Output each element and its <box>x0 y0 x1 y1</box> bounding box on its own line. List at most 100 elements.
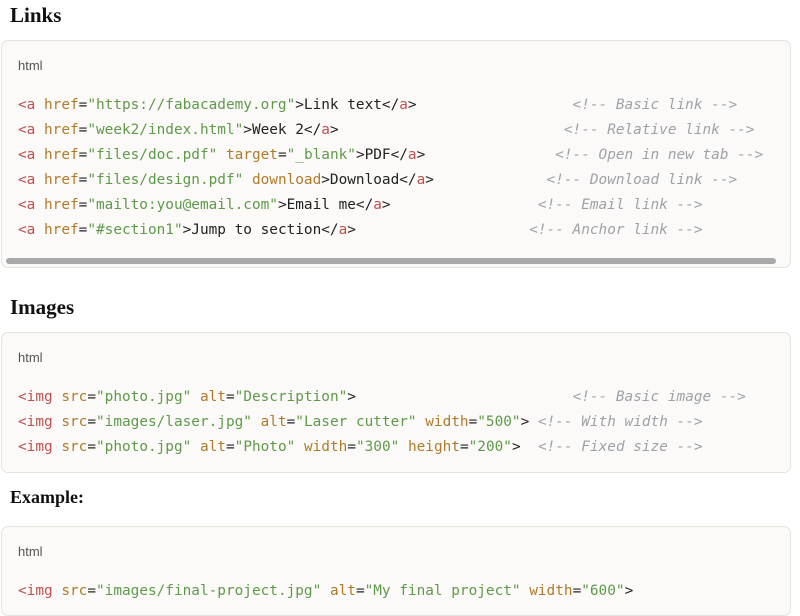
example-heading: Example: <box>10 487 84 507</box>
code-token: a <box>321 122 330 138</box>
code-token: = <box>87 439 96 455</box>
code-token: alt <box>199 389 226 405</box>
code-token: "My final project" <box>364 583 521 599</box>
code-token: <a <box>18 222 36 238</box>
code-token: "#section1" <box>87 222 183 238</box>
code-content[interactable]: <img src="images/final-project.jpg" alt=… <box>18 579 633 604</box>
code-token: >Week 2</ <box>243 122 322 138</box>
code-token: = <box>347 439 356 455</box>
code-token: >Download</ <box>321 172 417 188</box>
links-heading: Links <box>10 3 62 27</box>
code-token: "images/final-project.jpg" <box>96 583 322 599</box>
code-token: <a <box>18 172 36 188</box>
code-line: <a href="https://fabacademy.org">Link te… <box>18 93 763 118</box>
code-token: target <box>225 147 278 163</box>
code-token: a <box>338 222 348 238</box>
code-token: <img <box>18 389 53 405</box>
code-token: href <box>44 122 79 138</box>
code-token: = <box>225 389 235 405</box>
code-token: "week2/index.html" <box>87 122 244 138</box>
code-token: alt <box>199 439 226 455</box>
code-token: = <box>87 389 96 405</box>
code-token: > <box>329 122 564 138</box>
code-comment: <!-- Basic link --> <box>572 97 738 113</box>
code-token: href <box>44 222 79 238</box>
code-token: "300" <box>355 439 400 455</box>
code-line: <a href="mailto:you@email.com">Email me<… <box>18 193 763 218</box>
code-token: <img <box>18 583 53 599</box>
code-token: <a <box>18 147 36 163</box>
code-token: "200" <box>468 439 512 455</box>
code-line: <img src="photo.jpg" alt="Description"> … <box>18 385 746 410</box>
code-token: >Jump to section</ <box>182 222 339 238</box>
code-token: <a <box>18 122 36 138</box>
code-language-label: html <box>18 58 43 73</box>
code-line: <a href="week2/index.html">Week 2</a> <!… <box>18 118 763 143</box>
code-token: "https://fabacademy.org" <box>87 97 296 113</box>
code-token: "photo.jpg" <box>96 389 192 405</box>
code-token: "500" <box>477 414 521 430</box>
code-token: "photo.jpg" <box>96 439 192 455</box>
code-token: href <box>44 147 79 163</box>
code-token: alt <box>260 414 287 430</box>
code-content[interactable]: <a href = "https://fabacademy.org">Link te… <box>18 93 763 243</box>
links-code-block: html <a href = "https://fabacademy.org">Li… <box>1 40 791 268</box>
code-token: src <box>61 583 88 599</box>
code-token: height <box>407 439 460 455</box>
code-line: <a href="files/design.pdf" download>Down… <box>18 168 763 193</box>
code-language-label: html <box>18 350 43 365</box>
code-comment: <!-- Relative link --> <box>563 122 755 138</box>
code-line: <img src="images/final-project.jpg" alt=… <box>18 579 633 604</box>
code-token: <img <box>18 414 53 430</box>
code-token: src <box>61 389 88 405</box>
code-token: width <box>303 439 348 455</box>
code-token: "600" <box>581 583 625 599</box>
code-token: width <box>425 414 469 430</box>
code-token: href <box>44 197 79 213</box>
code-token: = <box>225 439 235 455</box>
code-token: = <box>277 147 287 163</box>
code-comment: <!-- Basic image --> <box>572 389 746 405</box>
code-token: >PDF</ <box>355 147 408 163</box>
horizontal-scrollbar[interactable] <box>6 258 776 264</box>
code-token: >Link text</ <box>295 97 400 113</box>
code-token: <img <box>18 439 53 455</box>
code-token: "Laser cutter" <box>295 414 417 430</box>
code-token: > <box>511 439 538 455</box>
code-token: "files/doc.pdf" <box>87 147 218 163</box>
code-token: > <box>520 414 538 430</box>
code-token: "Description" <box>234 389 348 405</box>
code-token: > <box>381 197 538 213</box>
code-token: > <box>416 147 556 163</box>
code-token: a <box>407 147 417 163</box>
code-token: = <box>87 414 96 430</box>
example-code-block: html <img src="images/final-project.jpg"… <box>1 526 791 616</box>
code-token: <a <box>18 97 36 113</box>
code-comment: <!-- Fixed size --> <box>537 439 703 455</box>
code-token: = <box>468 414 478 430</box>
code-language-label: html <box>18 544 43 559</box>
code-token: download <box>251 172 322 188</box>
code-token: href <box>44 97 79 113</box>
code-token: = <box>87 583 96 599</box>
images-heading: Images <box>10 295 75 319</box>
code-token: > <box>347 222 530 238</box>
code-token: = <box>572 583 582 599</box>
code-token: a <box>399 97 408 113</box>
code-token: src <box>61 414 88 430</box>
code-content[interactable]: <img src="photo.jpg" alt="Description"> … <box>18 385 746 460</box>
